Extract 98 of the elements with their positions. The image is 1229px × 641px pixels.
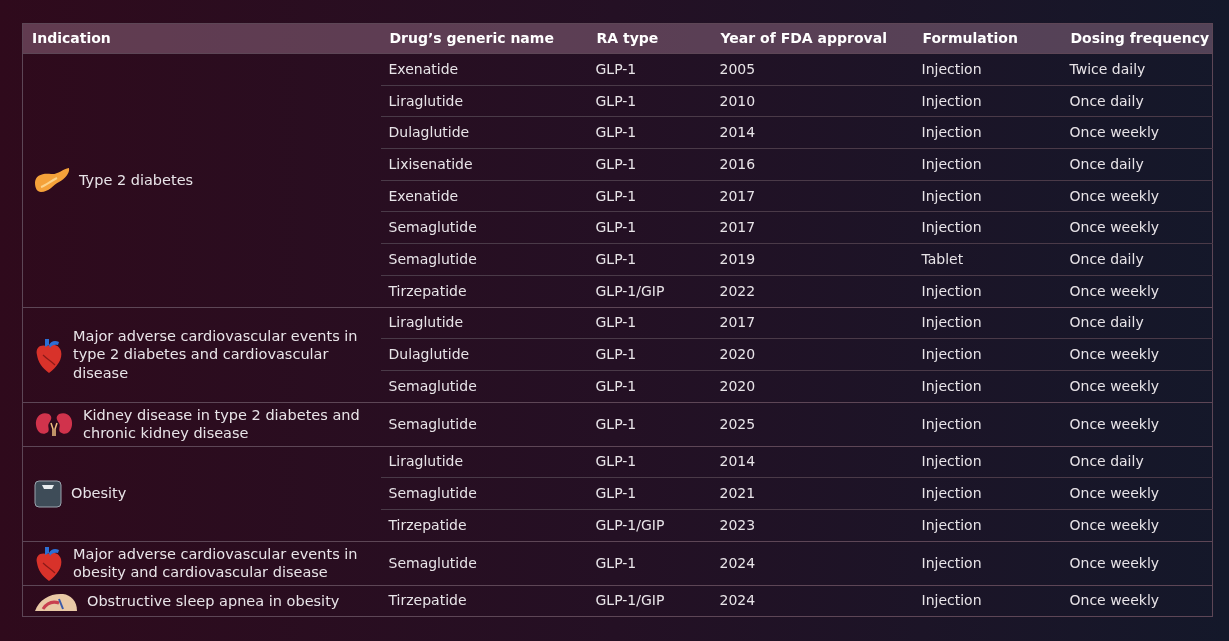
table-cell: GLP-1 [587, 477, 712, 510]
table-cell: 2020 [711, 338, 914, 371]
table-cell: GLP-1 [587, 541, 712, 586]
column-header: Drug’s generic name [380, 23, 588, 54]
table-cell: Dulaglutide [380, 116, 588, 149]
table-cell: Injection [913, 477, 1062, 510]
table-cell: Injection [913, 211, 1062, 244]
table-cell: Liraglutide [380, 446, 588, 478]
table-cell: Injection [913, 85, 1062, 117]
table-cell: Semaglutide [380, 211, 588, 244]
table-cell: Injection [913, 402, 1062, 447]
table-cell: Injection [913, 148, 1062, 181]
table-cell: GLP-1/GIP [587, 585, 712, 617]
table-cell: Once weekly [1061, 509, 1213, 542]
table-cell: Injection [913, 446, 1062, 478]
table-cell: Dulaglutide [380, 338, 588, 371]
table-cell: Semaglutide [380, 402, 588, 447]
table-cell: 2022 [711, 275, 914, 307]
table-cell: 2019 [711, 243, 914, 276]
table-cell: GLP-1 [587, 53, 712, 86]
table-cell: Tirzepatide [380, 275, 588, 307]
table-cell: Injection [913, 370, 1062, 403]
table-cell: Injection [913, 509, 1062, 542]
table-cell: 2017 [711, 211, 914, 244]
table-cell: GLP-1/GIP [587, 275, 712, 307]
table-cell: 2024 [711, 585, 914, 617]
table-cell: GLP-1 [587, 85, 712, 117]
table-cell: Once weekly [1061, 585, 1213, 617]
table-cell: Injection [913, 53, 1062, 86]
table-cell: Once daily [1061, 307, 1213, 339]
table-cell: GLP-1 [587, 307, 712, 339]
table-cell: Once weekly [1061, 211, 1213, 244]
table-cell: Once daily [1061, 446, 1213, 478]
table-cell: Injection [913, 307, 1062, 339]
table-cell: Once weekly [1061, 180, 1213, 212]
indication-label: Obesity [71, 484, 127, 503]
table-cell: GLP-1 [587, 180, 712, 212]
table-cell: 2021 [711, 477, 914, 510]
table-cell: Once weekly [1061, 541, 1213, 586]
table-cell: Liraglutide [380, 85, 588, 117]
table-cell: Semaglutide [380, 541, 588, 586]
table-cell: 2017 [711, 180, 914, 212]
column-header: Year of FDA approval [711, 23, 914, 54]
table-cell: Twice daily [1061, 53, 1213, 86]
table-cell: 2024 [711, 541, 914, 586]
indication-label: Major adverse cardiovascular events in obesity and cardiovascular disease [73, 544, 359, 582]
indication-label: Type 2 diabetes [79, 170, 194, 190]
table-cell: Semaglutide [380, 477, 588, 510]
table-cell: Once weekly [1061, 402, 1213, 447]
table-cell: Injection [913, 338, 1062, 371]
table-cell: GLP-1 [587, 338, 712, 371]
table-cell: Exenatide [380, 180, 588, 212]
table-cell: GLP-1 [587, 446, 712, 478]
table-cell: 2023 [711, 509, 914, 542]
table-cell: 2014 [711, 116, 914, 149]
indication-label: Kidney disease in type 2 diabetes and chronic kidney disease [83, 405, 361, 443]
column-header: Formulation [913, 23, 1062, 54]
table-cell: Once weekly [1061, 116, 1213, 149]
table-cell: 2020 [711, 370, 914, 403]
indication-label: Major adverse cardiovascular events in type 2 diabetes and cardiovascular disease [73, 326, 359, 383]
table-cell: Liraglutide [380, 307, 588, 339]
table-cell: Lixisenatide [380, 148, 588, 181]
table-cell: 2010 [711, 85, 914, 117]
table-cell: Semaglutide [380, 370, 588, 403]
table-cell: Injection [913, 180, 1062, 212]
table-cell: Once daily [1061, 243, 1213, 276]
table-cell: Once weekly [1061, 275, 1213, 307]
table-cell: Injection [913, 541, 1062, 586]
table-cell: 2005 [711, 53, 914, 86]
table-cell: GLP-1 [587, 402, 712, 447]
table-cell: GLP-1 [587, 148, 712, 181]
table-cell: 2014 [711, 446, 914, 478]
table-cell: GLP-1 [587, 243, 712, 276]
table-cell: Tirzepatide [380, 585, 588, 617]
table-cell: Once daily [1061, 148, 1213, 181]
table-cell: Injection [913, 275, 1062, 307]
table-cell: 2025 [711, 402, 914, 447]
table-cell: GLP-1 [587, 370, 712, 403]
table-cell: Once daily [1061, 85, 1213, 117]
column-header: RA type [587, 23, 712, 54]
table-cell: Tablet [913, 243, 1062, 276]
table-cell: Once weekly [1061, 338, 1213, 371]
table-cell: 2017 [711, 307, 914, 339]
column-header: Dosing frequency [1061, 23, 1213, 54]
bathroom-scale-icon [33, 478, 63, 509]
table-cell: GLP-1 [587, 211, 712, 244]
column-header: Indication [22, 23, 381, 54]
table-cell: GLP-1/GIP [587, 509, 712, 542]
table-cell: Exenatide [380, 53, 588, 86]
table-cell: Once weekly [1061, 370, 1213, 403]
table-cell: Injection [913, 585, 1062, 617]
table-cell: Tirzepatide [380, 509, 588, 542]
table-cell: GLP-1 [587, 116, 712, 149]
table-cell: Injection [913, 116, 1062, 149]
table-cell: 2016 [711, 148, 914, 181]
table-cell: Semaglutide [380, 243, 588, 276]
indication-label: Obstructive sleep apnea in obesity [87, 591, 340, 611]
table-cell: Once weekly [1061, 477, 1213, 510]
